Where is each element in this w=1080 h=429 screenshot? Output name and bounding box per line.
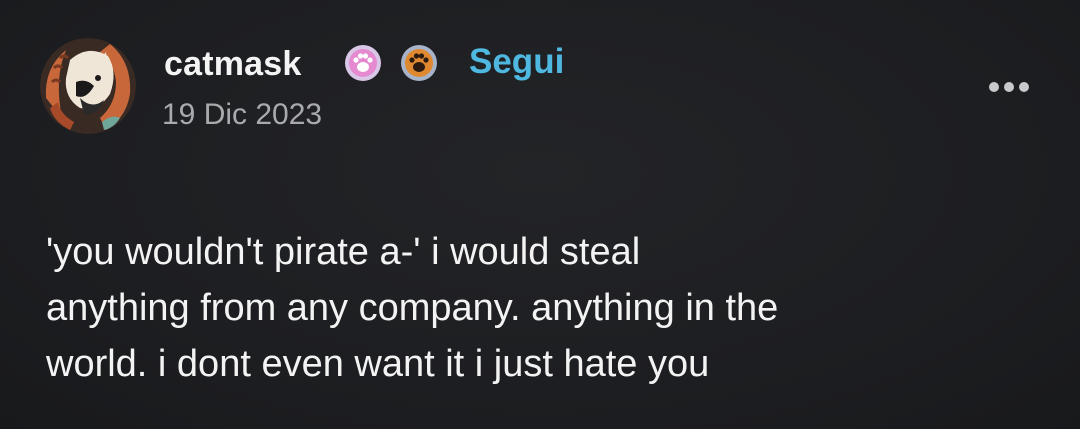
post-date: 19 Dic 2023 — [162, 98, 323, 131]
follow-button[interactable]: Segui — [469, 42, 564, 82]
cat-avatar-icon — [40, 38, 136, 134]
username[interactable]: catmask — [164, 44, 302, 84]
post-body-text: 'you wouldn't pirate a-' i would steal a… — [46, 231, 779, 385]
orange-paw-badge-icon[interactable] — [400, 44, 438, 82]
post-card: catmask Segui 19 Dic 2023 'you wouldn't … — [0, 0, 1080, 429]
avatar[interactable] — [40, 38, 136, 134]
ellipsis-icon — [989, 82, 1029, 92]
pink-paw-badge-icon[interactable] — [344, 44, 382, 82]
more-options-button[interactable] — [982, 72, 1042, 102]
